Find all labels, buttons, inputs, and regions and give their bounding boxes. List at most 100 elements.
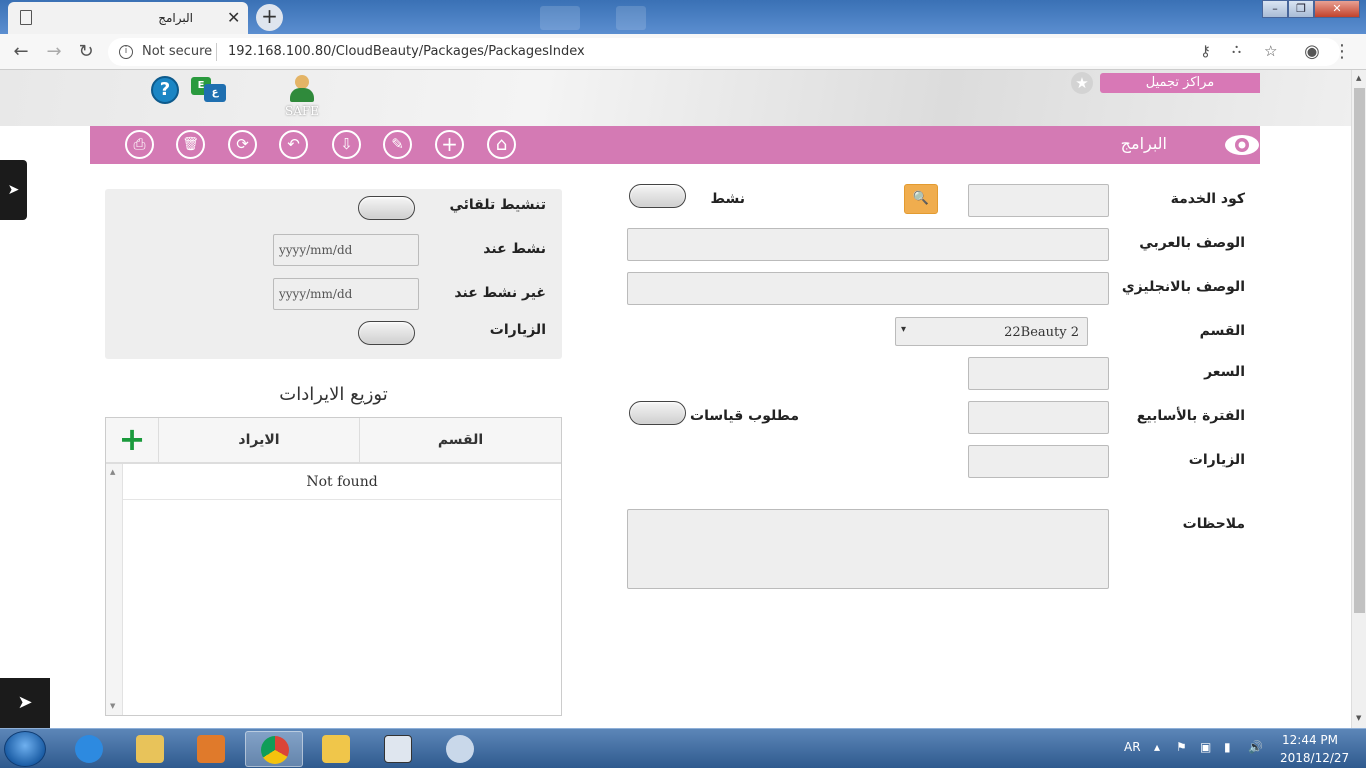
- search-button[interactable]: 🔍: [904, 184, 938, 214]
- taskbar-ie[interactable]: [60, 731, 118, 767]
- active-on-date-input[interactable]: yyyy/mm/dd: [273, 234, 419, 266]
- chrome-icon: [261, 736, 289, 764]
- active-toggle[interactable]: [629, 184, 686, 208]
- close-tab-icon[interactable]: ✕: [227, 8, 240, 27]
- side-expand-tab[interactable]: ➤: [0, 160, 27, 220]
- auto-activate-label: تنشيط تلقائي: [449, 197, 546, 213]
- omnibox-divider: [216, 43, 217, 61]
- inactive-on-date-input[interactable]: yyyy/mm/dd: [273, 278, 419, 310]
- scroll-down-icon[interactable]: ▼: [110, 702, 115, 710]
- back-icon[interactable]: ←: [9, 40, 33, 64]
- desktop-ghost-icon: [616, 6, 646, 30]
- browser-tab[interactable]: البرامج ✕: [8, 2, 248, 34]
- taskbar-app[interactable]: [369, 731, 427, 767]
- close-window-button[interactable]: ✕: [1314, 0, 1360, 18]
- safe-user-icon[interactable]: [288, 75, 316, 105]
- scroll-down-icon[interactable]: ▼: [1356, 714, 1361, 722]
- column-header-revenue[interactable]: الايراد: [158, 418, 359, 462]
- taskbar-paint[interactable]: [431, 731, 489, 767]
- forward-icon[interactable]: →: [42, 40, 66, 64]
- volume-icon[interactable]: 🔊: [1248, 740, 1263, 754]
- browser-title-bar: البرامج ✕ + – ❐ ✕: [0, 0, 1366, 34]
- tray-expand-icon[interactable]: ▴: [1154, 740, 1160, 754]
- omnibox[interactable]: i Not secure 192.168.100.80/CloudBeauty/…: [108, 38, 1340, 66]
- security-label: Not secure: [142, 44, 213, 59]
- folder-icon: [136, 735, 164, 763]
- revenue-distribution-title: توزيع الايرادات: [279, 384, 388, 405]
- desc-ar-label: الوصف بالعربي: [1139, 235, 1245, 251]
- inactive-on-label: غير نشط عند: [454, 285, 546, 301]
- key-icon[interactable]: ⚷: [1200, 42, 1211, 60]
- help-icon[interactable]: ?: [151, 76, 179, 104]
- minimize-button[interactable]: –: [1262, 0, 1288, 18]
- info-icon[interactable]: i: [119, 45, 133, 59]
- empty-table-message: Not found: [123, 464, 561, 500]
- activation-panel: تنشيط تلقائي نشط عند yyyy/mm/dd غير نشط …: [105, 189, 562, 359]
- desc-en-label: الوصف بالانجليزي: [1121, 279, 1245, 295]
- page-toolbar: ⎙ 🗑 ⟳ ↶ ⇩ ✎ + ⌂ البرامج: [90, 126, 1260, 164]
- clock-time[interactable]: 12:44 PM: [1282, 733, 1338, 747]
- scroll-up-icon[interactable]: ▲: [1356, 74, 1361, 82]
- taskbar-outlook[interactable]: [307, 731, 365, 767]
- start-button[interactable]: [4, 731, 46, 767]
- translate-icon[interactable]: ⛬: [1232, 42, 1241, 57]
- weeks-label: الفترة بالأسابيع: [1136, 408, 1245, 424]
- new-tab-button[interactable]: +: [256, 4, 283, 31]
- undo-button[interactable]: ↶: [279, 130, 308, 159]
- menu-icon[interactable]: ⋮: [1330, 40, 1354, 64]
- edit-button[interactable]: ✎: [383, 130, 412, 159]
- clock-date[interactable]: 2018/12/27: [1280, 751, 1349, 765]
- language-switch-icon[interactable]: E ع: [191, 77, 227, 103]
- price-label: السعر: [1204, 364, 1245, 380]
- windows-taskbar: AR ▴ ⚑ ▣ ▮ 🔊 12:44 PM 2018/12/27: [0, 728, 1366, 768]
- scroll-up-icon[interactable]: ▲: [110, 468, 115, 476]
- department-label: القسم: [1199, 323, 1245, 339]
- taskbar-chrome[interactable]: [245, 731, 303, 767]
- home-button[interactable]: ⌂: [487, 130, 516, 159]
- account-icon[interactable]: ◉: [1300, 40, 1324, 64]
- desc-ar-input[interactable]: [627, 228, 1109, 261]
- visits-input[interactable]: [968, 445, 1109, 478]
- reload-icon[interactable]: ↻: [74, 40, 98, 64]
- refresh-button[interactable]: ⟳: [228, 130, 257, 159]
- department-select[interactable]: ▾ 22Beauty 2: [895, 317, 1088, 346]
- taskbar-media[interactable]: [182, 731, 240, 767]
- maximize-button[interactable]: ❐: [1288, 0, 1314, 18]
- tab-title: البرامج: [158, 11, 193, 25]
- lang-badge-ar: ع: [204, 84, 226, 102]
- table-header: + الايراد القسم: [106, 418, 561, 464]
- column-header-department[interactable]: القسم: [359, 418, 561, 462]
- action-center-flag-icon[interactable]: ⚑: [1176, 740, 1187, 754]
- delete-button[interactable]: 🗑: [176, 130, 205, 159]
- network-icon[interactable]: ▮: [1224, 740, 1231, 754]
- add-row-button[interactable]: +: [106, 418, 158, 462]
- chevron-down-icon: ▾: [901, 324, 907, 335]
- desc-en-input[interactable]: [627, 272, 1109, 305]
- input-language[interactable]: AR: [1124, 740, 1141, 754]
- add-button[interactable]: +: [435, 130, 464, 159]
- page-content: ? E ع SAFE ★ مراكز تجميل ⎙ 🗑 ⟳ ↶ ⇩ ✎ + ⌂…: [0, 70, 1351, 728]
- auto-activate-toggle[interactable]: [358, 196, 415, 220]
- favorite-star-icon[interactable]: ★: [1071, 72, 1093, 94]
- url-text[interactable]: 192.168.100.80/CloudBeauty/Packages/Pack…: [228, 44, 585, 59]
- page-scrollbar[interactable]: ▲ ▼: [1351, 70, 1366, 728]
- visits-toggle[interactable]: [358, 321, 415, 345]
- weeks-input[interactable]: [968, 401, 1109, 434]
- panel-visits-label: الزيارات: [489, 322, 546, 338]
- price-input[interactable]: [968, 357, 1109, 390]
- taskbar-explorer[interactable]: [121, 731, 179, 767]
- table-scrollbar[interactable]: ▲ ▼: [106, 464, 123, 715]
- save-button[interactable]: ⇩: [332, 130, 361, 159]
- print-button[interactable]: ⎙: [125, 130, 154, 159]
- measurements-toggle[interactable]: [629, 401, 686, 425]
- service-code-input[interactable]: [968, 184, 1109, 217]
- eye-icon: [1225, 135, 1259, 155]
- bookmark-star-icon[interactable]: ☆: [1264, 42, 1277, 60]
- desktop-ghost-icon: [540, 6, 580, 30]
- scrollbar-thumb[interactable]: [1354, 88, 1365, 613]
- paint-icon: [446, 735, 474, 763]
- notes-textarea[interactable]: [627, 509, 1109, 589]
- mail-icon: [322, 735, 350, 763]
- tray-app-icon[interactable]: ▣: [1200, 740, 1211, 754]
- side-expand-tab-bottom[interactable]: ➤: [0, 678, 50, 728]
